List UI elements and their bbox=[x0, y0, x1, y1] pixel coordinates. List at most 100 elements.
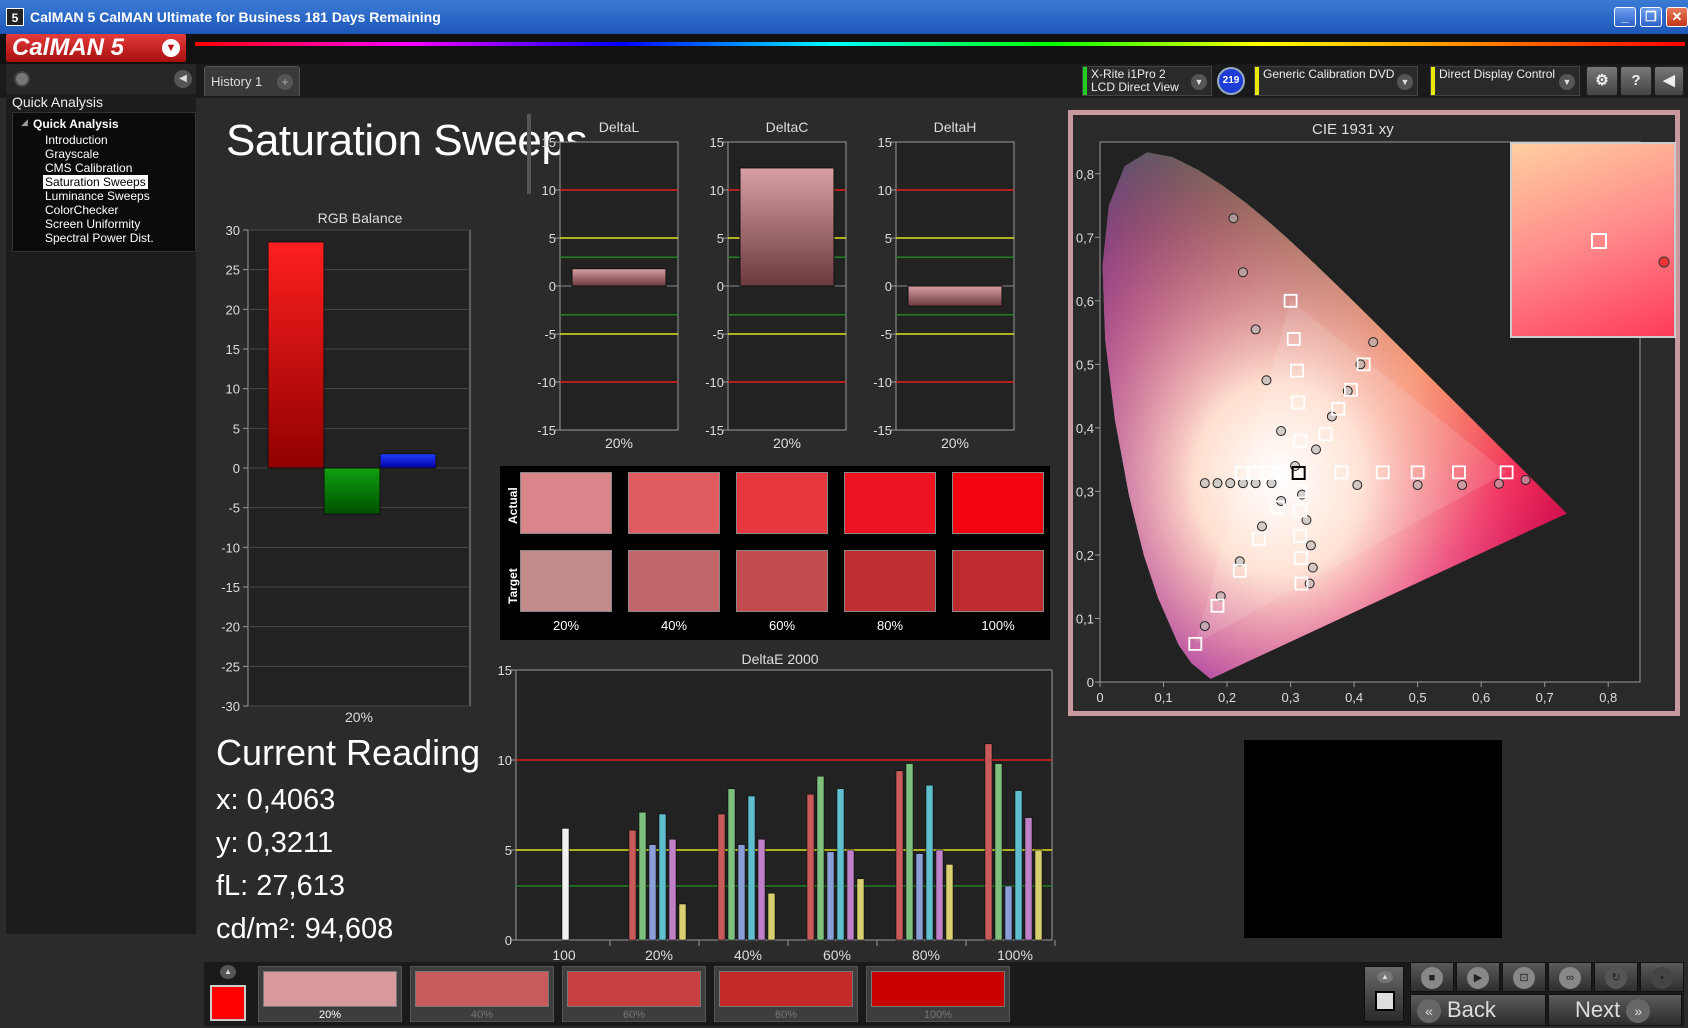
settings-button[interactable]: ⚙ bbox=[1586, 66, 1618, 96]
y-tick-label: 0 bbox=[885, 279, 892, 294]
app-header bbox=[0, 34, 1688, 64]
sidebar-item-spectral-power[interactable]: Spectral Power Dist. bbox=[45, 231, 154, 245]
measured-point bbox=[1520, 474, 1531, 485]
bottom-swatch-60pct[interactable]: 60% bbox=[562, 966, 706, 1022]
stop-button[interactable]: ■ bbox=[1410, 962, 1454, 992]
sidebar-collapse-button[interactable]: ◀ bbox=[174, 70, 192, 88]
back-button[interactable]: «Back bbox=[1410, 994, 1546, 1026]
swatch-actual bbox=[628, 472, 720, 534]
delta-chart-title: DeltaH bbox=[934, 119, 977, 135]
reading-fl: fL: 27,613 bbox=[216, 870, 345, 902]
y-tick-label: -10 bbox=[705, 375, 724, 390]
expand-up-icon[interactable]: ▲ bbox=[220, 965, 236, 979]
y-tick-label: -25 bbox=[221, 659, 240, 674]
y-tick-label: -15 bbox=[873, 423, 892, 438]
y-tick-label: 10 bbox=[710, 183, 724, 198]
disabled-action-button[interactable]: • bbox=[1640, 962, 1684, 992]
add-tab-icon[interactable]: + bbox=[277, 74, 293, 90]
minimize-button[interactable]: _ bbox=[1614, 7, 1636, 27]
deltae-bar-green bbox=[727, 788, 736, 941]
window-title: CalMAN 5 CalMAN Ultimate for Business 18… bbox=[30, 9, 441, 25]
sidebar-item-introduction[interactable]: Introduction bbox=[45, 133, 108, 147]
meter-status-bar bbox=[1083, 67, 1087, 95]
bottom-swatch-20pct[interactable]: 20% bbox=[258, 966, 402, 1022]
tab-history-1[interactable]: History 1 + bbox=[204, 66, 300, 96]
y-tick-label: 20 bbox=[226, 302, 240, 317]
y-tick-label: 0,2 bbox=[1076, 548, 1094, 563]
x-tick-label: 80% bbox=[912, 947, 940, 960]
sidebar-item-luminance-sweeps[interactable]: Luminance Sweeps bbox=[45, 189, 150, 203]
bottom-swatch-label: 20% bbox=[318, 1009, 342, 1021]
expand-up-icon: ▲ bbox=[1377, 971, 1393, 983]
play-button[interactable]: ▶ bbox=[1456, 962, 1500, 992]
y-tick-label: 30 bbox=[226, 224, 240, 238]
swatch-label: 60% bbox=[768, 618, 796, 633]
deltae-bar-red bbox=[984, 743, 993, 941]
close-button[interactable]: ✕ bbox=[1666, 7, 1688, 27]
collapse-right-button[interactable]: ◀ bbox=[1654, 66, 1684, 96]
x-tick-label: 0,2 bbox=[1218, 690, 1236, 705]
sidebar-item-saturation-sweeps[interactable]: Saturation Sweeps bbox=[43, 175, 148, 189]
cie-zoom-inset bbox=[1510, 142, 1676, 338]
reading-x: x: 0,4063 bbox=[216, 784, 336, 816]
swatch-target bbox=[628, 550, 720, 612]
chevron-down-icon: ▼ bbox=[1397, 74, 1413, 90]
current-reading-title: Current Reading bbox=[216, 732, 481, 773]
swatch-target bbox=[844, 550, 936, 612]
bottom-swatch-40pct[interactable]: 40% bbox=[410, 966, 554, 1022]
swatch-label: 20% bbox=[552, 618, 580, 633]
measured-point bbox=[1237, 478, 1248, 489]
restore-button[interactable]: ❐ bbox=[1640, 7, 1662, 27]
swatch-target bbox=[736, 550, 828, 612]
display-selector[interactable]: Direct Display Control ▼ bbox=[1430, 66, 1580, 96]
meter-badge[interactable]: 219 bbox=[1217, 67, 1245, 95]
y-tick-label: 0,1 bbox=[1076, 611, 1094, 626]
deltae-bar-cyan bbox=[925, 784, 934, 941]
tree-root[interactable]: Quick Analysis bbox=[33, 117, 119, 131]
deltae-bar-green bbox=[994, 763, 1003, 941]
measured-point bbox=[1257, 521, 1267, 532]
deltae-bar-cyan bbox=[747, 795, 756, 941]
record-icon[interactable] bbox=[14, 71, 30, 87]
deltae-plot-area bbox=[515, 669, 1053, 941]
deltae-bar-magenta bbox=[935, 849, 944, 941]
deltae-bar-cyan bbox=[1014, 790, 1023, 941]
next-button[interactable]: Next» bbox=[1548, 994, 1682, 1026]
continuous-button[interactable]: ∞ bbox=[1548, 962, 1592, 992]
calman-logo-menu[interactable]: CalMAN 5 ▼ bbox=[6, 34, 186, 62]
deltae-bar-magenta bbox=[1024, 817, 1033, 941]
bottom-swatch-100pct[interactable]: 100% bbox=[866, 966, 1010, 1022]
refresh-button[interactable]: ↻ bbox=[1594, 962, 1638, 992]
stop-measure-button[interactable]: ▲ bbox=[1364, 966, 1404, 1022]
y-tick-label: 5 bbox=[885, 231, 892, 246]
measured-point bbox=[1368, 337, 1379, 348]
measured-point bbox=[1493, 478, 1504, 489]
y-tick-label: -10 bbox=[221, 540, 240, 555]
tree-expand-icon[interactable]: ◢ bbox=[21, 117, 28, 128]
read-series-button[interactable]: ⊡ bbox=[1502, 962, 1546, 992]
x-tick-label: 0,3 bbox=[1282, 690, 1300, 705]
pattern-preview bbox=[1244, 740, 1502, 938]
source-selector[interactable]: Generic Calibration DVD ▼ bbox=[1254, 66, 1418, 96]
y-tick-label: 5 bbox=[505, 843, 512, 858]
inset-target-marker bbox=[1591, 233, 1607, 249]
sidebar-item-colorchecker[interactable]: ColorChecker bbox=[45, 203, 118, 217]
sidebar-item-grayscale[interactable]: Grayscale bbox=[45, 147, 99, 161]
bottom-swatch-80pct[interactable]: 80% bbox=[714, 966, 858, 1022]
bottom-swatch-label: 80% bbox=[774, 1009, 798, 1021]
meter-selector[interactable]: X-Rite i1Pro 2 LCD Direct View ▼ bbox=[1082, 66, 1212, 96]
x-tick-label: 100% bbox=[997, 947, 1033, 960]
y-tick-label: -5 bbox=[880, 327, 892, 342]
y-tick-label: 0,6 bbox=[1076, 294, 1094, 309]
sidebar-item-screen-uniformity[interactable]: Screen Uniformity bbox=[45, 217, 140, 231]
meter-mode: LCD Direct View bbox=[1091, 80, 1179, 94]
measured-point bbox=[1212, 478, 1223, 489]
help-button[interactable]: ? bbox=[1620, 66, 1652, 96]
bottom-swatch-color bbox=[871, 971, 1005, 1007]
deltae-bar-magenta bbox=[668, 838, 677, 941]
swatch-actual bbox=[736, 472, 828, 534]
sidebar-item-cms-calibration[interactable]: CMS Calibration bbox=[45, 161, 132, 175]
stop-icon bbox=[1375, 991, 1395, 1011]
delta-scroll-handle[interactable] bbox=[527, 114, 531, 194]
y-tick-label: 25 bbox=[226, 263, 240, 278]
